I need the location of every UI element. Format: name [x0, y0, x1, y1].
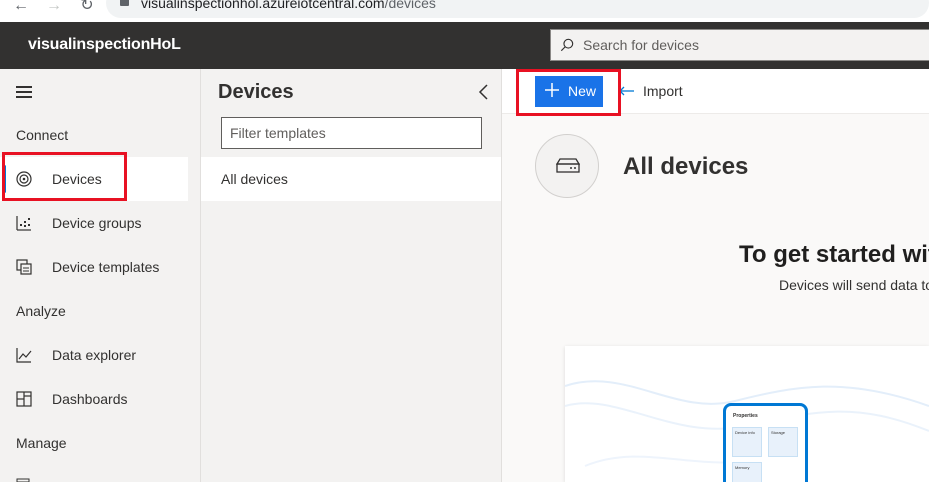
- import-icon: [619, 86, 634, 96]
- device-groups-icon: [16, 216, 31, 231]
- sidebar-item-label: Dashboards: [52, 391, 128, 407]
- empty-state-subtext: Devices will send data to: [779, 277, 929, 293]
- nav-section-manage: Manage: [16, 435, 67, 451]
- hamburger-menu-icon[interactable]: [16, 86, 32, 98]
- phone-illustration: Properties Device info Storage Memory: [723, 403, 808, 482]
- phone-title: Properties: [733, 413, 758, 419]
- app-name[interactable]: visualinspectionHoL: [28, 36, 181, 54]
- search-input[interactable]: Search for devices: [550, 29, 929, 61]
- sidebar-item-dashboards[interactable]: Dashboards: [0, 377, 188, 421]
- sidebar-item-device-groups[interactable]: Device groups: [0, 201, 188, 245]
- devices-panel: Devices All devices: [200, 69, 502, 482]
- sidebar-item-device-templates[interactable]: Device templates: [0, 245, 188, 289]
- device-avatar: [535, 134, 599, 198]
- nav-section-analyze: Analyze: [16, 303, 66, 319]
- illustration-card: Storage: [768, 427, 798, 457]
- url-domain: visualinspectionhol.azureiotcentral.com: [141, 0, 385, 11]
- empty-state-heading: To get started wit: [739, 241, 929, 268]
- url-text[interactable]: visualinspectionhol.azureiotcentral.com/…: [141, 0, 436, 11]
- dashboard-icon: [16, 391, 32, 407]
- sidebar-item-label: Data explorer: [52, 347, 137, 363]
- lock-icon[interactable]: [120, 0, 129, 6]
- illustration-card: Device info: [732, 427, 762, 457]
- filter-templates-input[interactable]: [221, 117, 482, 149]
- left-navigation: Connect Devices Device groups Device tem…: [0, 69, 200, 482]
- chevron-left-icon[interactable]: [477, 83, 491, 101]
- nav-section-connect: Connect: [16, 127, 69, 143]
- sidebar-item-data-explorer[interactable]: Data explorer: [0, 333, 188, 377]
- url-path: /devices: [384, 0, 436, 11]
- empty-state-illustration: Properties Device info Storage Memory: [565, 346, 929, 482]
- panel-title: Devices: [218, 81, 294, 103]
- reload-icon[interactable]: ↻: [78, 0, 96, 15]
- page-title: All devices: [623, 153, 749, 180]
- main-content: New Import All devices To get started wi…: [502, 69, 929, 482]
- import-button-label: Import: [643, 83, 683, 99]
- highlight-box-new: [516, 69, 621, 116]
- browser-toolbar: ← → ↻ visualinspectionhol.azureiotcentra…: [0, 0, 929, 22]
- arrow-right-icon[interactable]: →: [45, 0, 63, 15]
- app-header: visualinspectionHoL Search for devices: [0, 22, 929, 69]
- template-item-all-devices[interactable]: All devices: [201, 157, 501, 201]
- arrow-left-icon[interactable]: ←: [12, 0, 30, 15]
- chart-icon: [16, 348, 32, 363]
- sidebar-item-label: Device templates: [52, 259, 160, 275]
- partial-nav-icon: [16, 478, 30, 482]
- sidebar-item-label: Device groups: [52, 215, 142, 231]
- search-placeholder: Search for devices: [583, 37, 699, 53]
- device-box-icon: [556, 158, 580, 173]
- device-templates-icon: [16, 259, 32, 275]
- template-item-label: All devices: [221, 171, 288, 187]
- highlight-box-devices: [2, 152, 127, 201]
- illustration-card: Memory: [732, 462, 762, 482]
- search-icon: [560, 38, 574, 52]
